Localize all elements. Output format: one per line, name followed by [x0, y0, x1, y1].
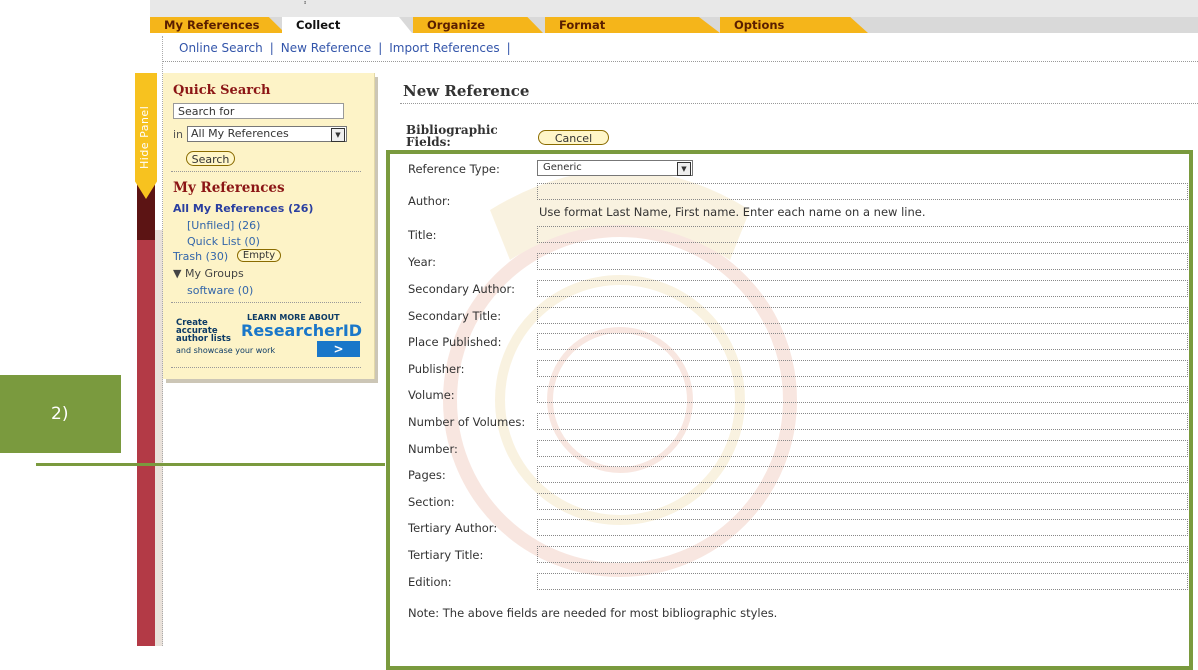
- left-strip-red: [137, 240, 155, 646]
- quick-list-link[interactable]: Quick List (0): [187, 235, 260, 248]
- subnav-import-references[interactable]: Import References: [389, 41, 499, 55]
- pages-input[interactable]: [537, 466, 1188, 483]
- field-label-tertiary-title: Tertiary Title:: [408, 548, 484, 562]
- ad-showcase-text: and showcase your work: [176, 346, 276, 355]
- tab-options[interactable]: Options: [720, 17, 868, 33]
- caret-mark: ᶦ: [304, 0, 307, 10]
- field-label-volume: Volume:: [408, 388, 455, 402]
- hide-panel-label: Hide Panel: [138, 105, 151, 169]
- field-label-edition: Edition:: [408, 575, 452, 589]
- ad-create-text: Create accurate author lists: [176, 318, 231, 344]
- author-format-hint: Use format Last Name, First name. Enter …: [539, 205, 926, 219]
- year-input[interactable]: [537, 253, 1188, 270]
- tertiary-title-input[interactable]: [537, 546, 1188, 563]
- search-input[interactable]: Search for: [173, 103, 344, 119]
- title-input[interactable]: [537, 226, 1188, 243]
- chevron-down-icon[interactable]: ▼: [677, 162, 691, 176]
- sub-navigation: Online Search | New Reference | Import Refer…: [162, 36, 518, 60]
- field-label-title: Title:: [408, 228, 437, 242]
- my-references-title: My References: [173, 180, 285, 196]
- annotation-pointer-line: [36, 463, 385, 466]
- subnav-online-search[interactable]: Online Search: [179, 41, 263, 55]
- chevron-down-icon[interactable]: ▼: [331, 128, 345, 142]
- step-annotation-label: 2): [51, 404, 69, 424]
- author-input[interactable]: [537, 183, 1188, 200]
- quick-search-panel: Quick Search Search for in All My Refere…: [163, 73, 375, 379]
- bib-label-line-2: Fields:: [406, 135, 451, 149]
- field-label-author: Author:: [408, 194, 451, 208]
- field-label-secondary-title: Secondary Title:: [408, 309, 502, 323]
- field-label-secondary-author: Secondary Author:: [408, 282, 515, 296]
- section-input[interactable]: [537, 493, 1188, 510]
- tab-collect[interactable]: Collect: [282, 17, 412, 33]
- reference-type-label: Reference Type:: [408, 162, 500, 176]
- step-annotation-box: 2): [0, 375, 121, 453]
- field-label-place-published: Place Published:: [408, 335, 502, 349]
- cancel-button[interactable]: Cancel: [538, 130, 609, 145]
- ad-go-button[interactable]: >: [317, 341, 360, 357]
- edition-input[interactable]: [537, 573, 1188, 590]
- tab-my-references[interactable]: My References: [150, 17, 285, 33]
- field-label-section: Section:: [408, 495, 455, 509]
- reference-type-value: Generic: [543, 162, 582, 173]
- my-groups-toggle[interactable]: ▼ My Groups: [173, 267, 244, 280]
- tertiary-author-input[interactable]: [537, 519, 1188, 536]
- unfiled-link[interactable]: [Unfiled] (26): [187, 219, 260, 232]
- page-title: New Reference: [403, 82, 530, 100]
- volume-input[interactable]: [537, 386, 1188, 403]
- researcherid-ad[interactable]: Create accurate author lists and showcas…: [173, 310, 363, 358]
- tab-format[interactable]: Format: [545, 17, 720, 33]
- field-label-number: Number:: [408, 442, 458, 456]
- subnav-new-reference[interactable]: New Reference: [281, 41, 371, 55]
- subnav-separator: |: [378, 41, 383, 55]
- subnav-separator: |: [269, 41, 274, 55]
- panel-divider: [171, 367, 361, 368]
- number-input[interactable]: [537, 440, 1188, 457]
- field-label-tertiary-author: Tertiary Author:: [408, 521, 498, 535]
- fields-note: Note: The above fields are needed for mo…: [408, 606, 778, 620]
- field-label-publisher: Publisher:: [408, 362, 465, 376]
- empty-trash-button[interactable]: Empty: [237, 249, 281, 262]
- number-of-volumes-input[interactable]: [537, 413, 1188, 430]
- subnav-divider: [162, 61, 1198, 62]
- software-group-link[interactable]: software (0): [187, 284, 253, 297]
- secondary-title-input[interactable]: [537, 307, 1188, 324]
- search-button[interactable]: Search: [186, 151, 235, 166]
- secondary-author-input[interactable]: [537, 280, 1188, 297]
- reference-type-select[interactable]: Generic ▼: [537, 160, 693, 176]
- subnav-separator: |: [506, 41, 511, 55]
- field-label-pages: Pages:: [408, 468, 446, 482]
- panel-divider: [171, 302, 361, 303]
- quick-search-title: Quick Search: [173, 83, 271, 98]
- field-label-number-of-volumes: Number of Volumes:: [408, 415, 526, 429]
- all-my-references-link[interactable]: All My References (26): [173, 202, 313, 215]
- in-label: in: [173, 128, 184, 141]
- title-divider: [400, 103, 1198, 104]
- researcherid-logo: ResearcherID: [241, 321, 363, 340]
- field-label-year: Year:: [408, 255, 437, 269]
- hide-panel-tab[interactable]: Hide Panel: [135, 73, 157, 199]
- publisher-input[interactable]: [537, 360, 1188, 377]
- trash-link[interactable]: Trash (30): [173, 250, 228, 263]
- search-scope-select[interactable]: All My References ▼: [187, 126, 347, 142]
- search-scope-value: All My References: [191, 127, 289, 140]
- bibliographic-fields-label: Bibliographic Fields:: [406, 124, 498, 148]
- panel-divider: [171, 171, 361, 172]
- tab-organize[interactable]: Organize: [413, 17, 543, 33]
- place-published-input[interactable]: [537, 333, 1188, 350]
